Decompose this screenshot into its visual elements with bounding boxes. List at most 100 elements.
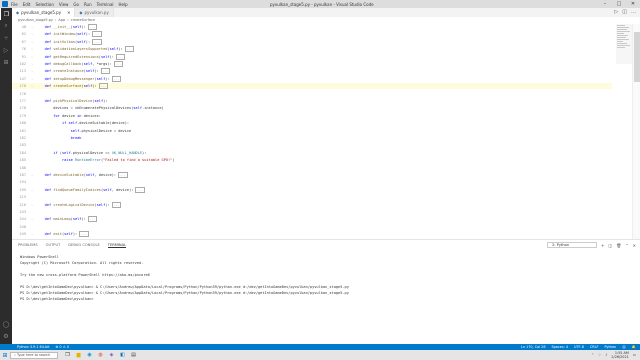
- feedback-icon[interactable]: ☺: [622, 345, 626, 349]
- code-line[interactable]: 170 › def createSurface(self): ···: [12, 83, 612, 90]
- encoding[interactable]: UTF-8: [574, 345, 584, 349]
- folded-region-ellipsis-icon[interactable]: ···: [111, 201, 122, 208]
- notification-center-icon[interactable]: ▭: [633, 353, 636, 357]
- code-line[interactable]: 181 self.physicalDevice = device: [12, 128, 612, 134]
- fold-collapsed-icon[interactable]: ›: [28, 47, 36, 51]
- terminal-output[interactable]: Windows PowerShell Copyright (C) Microsof…: [20, 254, 349, 302]
- close-icon[interactable]: ✕: [626, 0, 640, 8]
- menu-item-go[interactable]: Go: [73, 2, 79, 7]
- minimize-icon[interactable]: –: [598, 0, 612, 8]
- code-line[interactable]: 185 raise RuntimeError("Failed to find a…: [12, 157, 612, 163]
- fold-collapsed-icon[interactable]: ›: [28, 77, 36, 81]
- maximize-panel-icon[interactable]: ⌃: [625, 243, 628, 248]
- code-line[interactable]: 176: [12, 91, 612, 97]
- code-line[interactable]: 215: [12, 194, 612, 200]
- code-line[interactable]: 91 › def getRequiredExtensions(self): ···: [12, 53, 612, 60]
- menu-item-selection[interactable]: Selection: [35, 2, 53, 7]
- python-interpreter[interactable]: Python 3.9.1 64-bit: [17, 345, 50, 349]
- folded-region-ellipsis-icon[interactable]: ···: [92, 31, 102, 38]
- indentation[interactable]: Spaces: 4: [552, 345, 568, 349]
- code-line[interactable]: 180 if self.deviceSuitable(device):: [12, 120, 612, 126]
- terminal-select[interactable]: 2: Python: [547, 242, 598, 248]
- fold-collapsed-icon[interactable]: ›: [28, 84, 36, 88]
- folded-region-ellipsis-icon[interactable]: ···: [124, 46, 134, 53]
- code-line[interactable]: 182 break: [12, 135, 612, 141]
- panel-tab-debug-console[interactable]: DEBUG CONSOLE: [68, 243, 99, 247]
- run-debug-icon[interactable]: ▷: [0, 44, 12, 56]
- problems-count[interactable]: ⊗ 0 ⚠ 0: [56, 345, 69, 349]
- language-mode[interactable]: Python: [604, 345, 616, 349]
- code-line[interactable]: 178 devices = vkEnumeratePhysicalDevices…: [12, 105, 612, 111]
- code-line[interactable]: 179 for device in devices:: [12, 113, 612, 119]
- tab-pyvulkan[interactable]: ◆ pyvulkan.py: [75, 8, 114, 17]
- edge-icon[interactable]: ◉: [85, 351, 94, 360]
- breadcrumb-method[interactable]: createSurface: [71, 18, 95, 22]
- split-terminal-icon[interactable]: ◫: [608, 243, 612, 248]
- more-actions-icon[interactable]: …: [631, 9, 636, 15]
- windows-start-icon[interactable]: ⊞: [0, 350, 10, 360]
- code-line[interactable]: 195 › def findQueueFamilyIndices(self, de…: [12, 186, 612, 193]
- close-tab-icon[interactable]: ✕: [67, 10, 70, 15]
- code-line[interactable]: 184 if (self.physicalDevice == VK_NULL_H…: [12, 150, 612, 156]
- code-line[interactable]: 216 › def createLogicalDevice(self): ···: [12, 201, 612, 208]
- chrome-icon[interactable]: ◍: [96, 351, 105, 360]
- menu-item-view[interactable]: View: [59, 2, 69, 7]
- task-view-icon[interactable]: ❐: [63, 351, 72, 360]
- volume-icon[interactable]: ♪: [605, 353, 607, 357]
- fold-collapsed-icon[interactable]: ›: [28, 188, 36, 192]
- visual-studio-icon[interactable]: ◈: [107, 351, 116, 360]
- split-editor-icon[interactable]: ◫: [622, 9, 627, 15]
- fold-collapsed-icon[interactable]: ›: [28, 232, 36, 236]
- new-terminal-icon[interactable]: +: [601, 243, 604, 248]
- breadcrumb-class[interactable]: App: [58, 18, 65, 22]
- settings-gear-icon[interactable]: ⚙: [0, 330, 12, 342]
- fold-collapsed-icon[interactable]: ›: [28, 69, 36, 73]
- panel-tab-terminal[interactable]: TERMINAL: [107, 243, 127, 248]
- menu-item-terminal[interactable]: Terminal: [97, 2, 114, 7]
- panel-tab-problems[interactable]: PROBLEMS: [18, 243, 38, 247]
- fold-collapsed-icon[interactable]: ›: [28, 40, 36, 44]
- source-control-icon[interactable]: ⑂: [0, 32, 12, 44]
- code-line[interactable]: 177 def pickPhysicalDevice(self):: [12, 98, 612, 104]
- code-line[interactable]: 62 › def initWindow(self): ···: [12, 31, 612, 38]
- close-panel-icon[interactable]: ✕: [633, 243, 636, 248]
- delete-terminal-icon[interactable]: 🗑: [616, 243, 621, 248]
- account-icon[interactable]: ◯: [0, 318, 12, 330]
- code-line[interactable]: 113 › def createInstance(self): ···: [12, 68, 612, 75]
- folded-region-ellipsis-icon[interactable]: ···: [98, 83, 109, 90]
- minimap[interactable]: [616, 24, 632, 64]
- vscode-taskbar-icon[interactable]: ◧: [118, 351, 127, 360]
- fold-collapsed-icon[interactable]: ›: [28, 217, 36, 221]
- cursor-position[interactable]: Ln 170, Col 28: [521, 345, 546, 349]
- search-icon[interactable]: ⌕: [0, 20, 12, 32]
- folded-region-ellipsis-icon[interactable]: ···: [87, 216, 98, 223]
- taskbar-search[interactable]: ⌕ Type here to search: [10, 351, 58, 359]
- code-line[interactable]: 48 › def __init__(self): ···: [12, 24, 612, 30]
- code-line[interactable]: 186: [12, 165, 612, 171]
- clock[interactable]: 1:55 AM 2/26/2021: [611, 351, 628, 359]
- folded-region-ellipsis-icon[interactable]: ···: [115, 53, 126, 60]
- fold-collapsed-icon[interactable]: ›: [28, 32, 36, 36]
- folded-region-ellipsis-icon[interactable]: ···: [100, 68, 111, 75]
- code-line[interactable]: 67 › def initVulkan(self): ···: [12, 38, 612, 45]
- code-line[interactable]: 194: [12, 179, 612, 185]
- folded-region-ellipsis-icon[interactable]: ···: [87, 24, 98, 30]
- end-of-line[interactable]: CRLF: [590, 345, 599, 349]
- network-icon[interactable]: ⌔: [598, 353, 601, 358]
- menu-item-edit[interactable]: Edit: [23, 2, 31, 7]
- menu-item-run[interactable]: Run: [84, 2, 92, 7]
- code-line[interactable]: 187 › def deviceSuitable(self, device): ··…: [12, 172, 612, 178]
- folded-region-ellipsis-icon[interactable]: ···: [92, 38, 102, 45]
- code-line[interactable]: 243: [12, 209, 612, 215]
- tray-chevron-icon[interactable]: ⌃: [591, 353, 594, 357]
- code-editor[interactable]: 48 › def __init__(self): ··· 62 › def initWi…: [12, 24, 632, 239]
- explorer-icon[interactable]: ❐: [0, 8, 12, 20]
- fold-collapsed-icon[interactable]: ›: [28, 62, 36, 66]
- fold-collapsed-icon[interactable]: ›: [28, 173, 36, 177]
- code-line[interactable]: 183: [12, 142, 612, 148]
- fold-collapsed-icon[interactable]: ›: [28, 203, 36, 207]
- file-explorer-icon[interactable]: ▆: [74, 351, 83, 360]
- code-line[interactable]: 102 › def debugCallback(self, *args): ···: [12, 61, 612, 67]
- folded-region-ellipsis-icon[interactable]: ···: [113, 61, 124, 67]
- folded-region-ellipsis-icon[interactable]: ···: [118, 172, 128, 178]
